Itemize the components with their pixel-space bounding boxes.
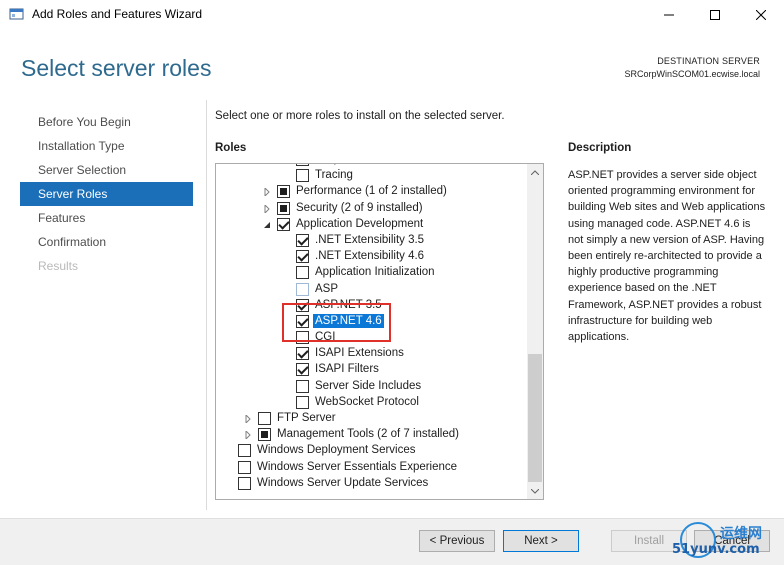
role-checkbox[interactable] — [277, 217, 290, 231]
close-button[interactable] — [738, 0, 784, 30]
role-tree-item[interactable]: Tracing — [216, 168, 526, 184]
nav-divider — [206, 100, 207, 510]
role-tree-item[interactable]: WebSocket Protocol — [216, 395, 526, 411]
annotation-highlight-box — [282, 303, 391, 342]
window-title: Add Roles and Features Wizard — [32, 7, 203, 21]
role-label: Windows Server Essentials Experience — [257, 460, 458, 473]
nav-item-features[interactable]: Features — [20, 206, 193, 230]
role-tree-item[interactable]: Windows Server Essentials Experience — [216, 460, 526, 476]
role-label: .NET Extensibility 3.5 — [315, 233, 425, 246]
role-checkbox[interactable] — [238, 444, 251, 458]
chevron-down-icon — [531, 488, 539, 494]
role-tree-item[interactable]: Application Development — [216, 217, 526, 233]
role-label: .NET Extensibility 4.6 — [315, 250, 425, 263]
role-checkbox[interactable] — [258, 412, 271, 425]
nav-item-server-roles[interactable]: Server Roles — [20, 182, 193, 206]
role-checkbox[interactable] — [296, 379, 309, 393]
role-label: Server Side Includes — [315, 379, 422, 392]
role-checkbox[interactable] — [296, 363, 309, 377]
wizard-app-icon — [9, 8, 24, 20]
role-checkbox[interactable] — [238, 476, 251, 490]
role-label: Tracing — [315, 169, 353, 182]
wizard-footer: < Previous Next > Install Cancel — [0, 518, 784, 565]
role-tree-item[interactable]: Management Tools (2 of 7 installed) — [216, 427, 526, 443]
role-tree-item[interactable]: Performance (1 of 2 installed) — [216, 184, 526, 200]
chevron-up-icon — [531, 169, 539, 175]
expanded-arrow-icon[interactable] — [263, 221, 271, 229]
role-checkbox[interactable] — [296, 233, 309, 247]
maximize-button[interactable] — [692, 0, 738, 30]
role-tree-item[interactable]: Windows Deployment Services — [216, 443, 526, 459]
role-checkbox[interactable] — [296, 164, 309, 166]
maximize-icon — [710, 10, 720, 20]
role-label: Application Development — [296, 217, 424, 230]
nav-item-before-you-begin[interactable]: Before You Begin — [20, 110, 193, 134]
page-title: Select server roles — [21, 55, 212, 81]
role-tree-item[interactable]: Security (2 of 9 installed) — [216, 201, 526, 217]
role-tree-item[interactable]: .NET Extensibility 4.6 — [216, 249, 526, 265]
roles-heading: Roles — [215, 142, 247, 154]
role-tree-item[interactable]: ASP — [216, 282, 526, 298]
description-heading: Description — [568, 142, 632, 154]
role-tree-item[interactable]: Server Side Includes — [216, 379, 526, 395]
collapsed-arrow-icon[interactable] — [244, 415, 252, 423]
role-tree-item[interactable]: FTP Server — [216, 411, 526, 427]
role-tree-item[interactable]: .NET Extensibility 3.5 — [216, 233, 526, 249]
role-label: Request Monitor — [315, 164, 399, 166]
role-tree-item[interactable]: ISAPI Filters — [216, 362, 526, 378]
minimize-icon — [664, 14, 674, 16]
role-checkbox[interactable] — [296, 266, 309, 280]
title-bar: Add Roles and Features Wizard — [0, 0, 784, 30]
scroll-thumb[interactable] — [528, 354, 542, 482]
role-checkbox[interactable] — [296, 395, 309, 409]
role-label: Windows Server Update Services — [257, 476, 429, 489]
role-checkbox[interactable] — [277, 201, 290, 215]
previous-button[interactable]: < Previous — [419, 530, 495, 552]
next-button[interactable]: Next > — [503, 530, 579, 552]
role-tree-item[interactable]: Application Initialization — [216, 265, 526, 281]
collapsed-arrow-icon[interactable] — [263, 204, 271, 213]
collapsed-arrow-icon[interactable] — [244, 431, 252, 440]
role-label: Performance (1 of 2 installed) — [296, 185, 447, 198]
role-checkbox[interactable] — [296, 250, 309, 264]
role-label: ISAPI Filters — [315, 363, 379, 376]
role-checkbox[interactable] — [296, 282, 309, 296]
role-tree-item[interactable]: ISAPI Extensions — [216, 346, 526, 362]
role-checkbox[interactable] — [296, 169, 309, 183]
role-label: Management Tools (2 of 7 installed) — [277, 428, 459, 441]
watermark-text-cn: 运维网 — [720, 525, 762, 541]
destination-server-name: SRCorpWinSCOM01.ecwise.local — [624, 69, 760, 79]
scroll-down-button[interactable] — [527, 483, 543, 499]
nav-item-installation-type[interactable]: Installation Type — [20, 134, 193, 158]
collapsed-arrow-icon[interactable] — [263, 188, 271, 197]
role-checkbox[interactable] — [277, 185, 290, 199]
role-checkbox[interactable] — [258, 428, 271, 442]
role-label: WebSocket Protocol — [315, 395, 419, 408]
role-tree-item[interactable]: Windows Server Update Services — [216, 476, 526, 492]
role-label: ISAPI Extensions — [315, 347, 404, 360]
description-text: ASP.NET provides a server side object or… — [568, 169, 766, 344]
watermark-text-domain: 51yunv.com — [672, 542, 760, 557]
instruction-text: Select one or more roles to install on t… — [215, 110, 505, 122]
scroll-up-button[interactable] — [527, 164, 543, 180]
close-icon — [756, 10, 766, 20]
nav-item-confirmation[interactable]: Confirmation — [20, 230, 193, 254]
nav-item-results: Results — [38, 259, 79, 273]
role-label: Security (2 of 9 installed) — [296, 201, 423, 214]
role-label: ASP — [315, 282, 339, 295]
destination-server-label: DESTINATION SERVER — [657, 56, 760, 66]
roles-scrollbar[interactable] — [527, 164, 543, 499]
nav-item-server-selection[interactable]: Server Selection — [20, 158, 193, 182]
role-checkbox[interactable] — [238, 460, 251, 474]
role-label: FTP Server — [277, 412, 336, 424]
wizard-nav: Before You Begin Installation Type Serve… — [20, 110, 193, 278]
role-label: Application Initialization — [315, 266, 435, 279]
watermark-logo: 运维网 51yunv.com — [670, 520, 782, 562]
role-label: Windows Deployment Services — [257, 444, 416, 457]
role-checkbox[interactable] — [296, 347, 309, 361]
minimize-button[interactable] — [646, 0, 692, 30]
